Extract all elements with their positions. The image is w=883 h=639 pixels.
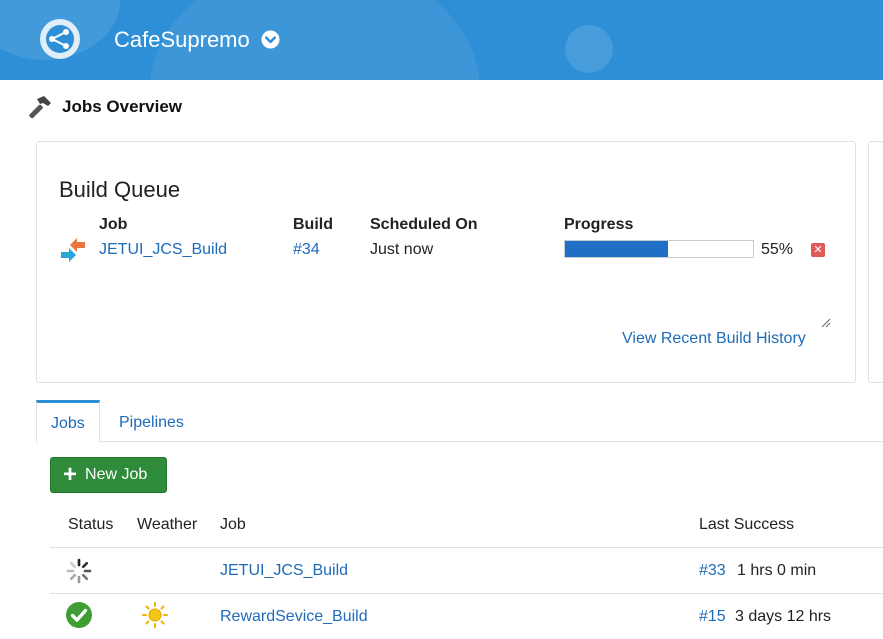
tab-bar: Jobs Pipelines: [36, 400, 883, 443]
page-title: Jobs Overview: [62, 97, 183, 116]
col-job[interactable]: Job: [220, 516, 246, 534]
project-name[interactable]: CafeSupremo: [114, 27, 250, 53]
last-success-time: 1 hrs 0 min: [737, 562, 817, 579]
queue-col-job: Job: [99, 216, 128, 233]
app-logo-icon[interactable]: [38, 17, 82, 61]
col-last-success[interactable]: Last Success: [699, 516, 794, 534]
queue-job-link[interactable]: JETUI_JCS_Build: [99, 241, 227, 259]
hammer-icon: [29, 96, 51, 119]
table-row: RewardSevice_Build #15 3 days 12 hrs: [50, 594, 883, 639]
queue-col-progress: Progress: [564, 216, 634, 233]
queue-col-scheduled: Scheduled On: [370, 216, 478, 233]
new-job-label: New Job: [85, 466, 148, 483]
build-progress-fill: [565, 241, 669, 257]
table-row: JETUI_JCS_Build #33 1 hrs 0 min: [50, 548, 883, 593]
build-queue-icon: [61, 238, 85, 262]
col-status[interactable]: Status: [68, 516, 113, 534]
job-link[interactable]: JETUI_JCS_Build: [220, 562, 348, 580]
last-success-build-link[interactable]: #33: [699, 562, 726, 580]
queue-build-link[interactable]: #34: [293, 241, 320, 259]
col-weather[interactable]: Weather: [137, 516, 197, 534]
new-job-button[interactable]: + New Job: [50, 457, 167, 493]
side-card: [868, 141, 883, 383]
last-success-build-link[interactable]: #15: [699, 608, 726, 626]
plus-icon: +: [63, 461, 78, 488]
building-spinner-icon: [66, 558, 92, 584]
last-success-time: 3 days 12 hrs: [735, 608, 832, 625]
header-decoration: [565, 25, 613, 73]
build-queue-card: Build Queue Job Build Scheduled On Progr…: [36, 141, 856, 383]
chevron-down-icon[interactable]: [261, 30, 280, 49]
build-progress-bar: [564, 240, 754, 258]
queue-col-build: Build: [293, 216, 333, 233]
view-build-history-link[interactable]: View Recent Build History: [622, 330, 806, 348]
success-check-icon: [66, 602, 92, 628]
build-progress-percent: 55%: [761, 241, 794, 258]
tab-pipelines[interactable]: Pipelines: [105, 400, 198, 442]
queue-scheduled-value: Just now: [370, 241, 434, 258]
sunny-icon: [142, 602, 168, 628]
resize-handle-icon[interactable]: [821, 318, 831, 328]
page-title-row: Jobs Overview: [24, 92, 182, 122]
tab-jobs[interactable]: Jobs: [36, 400, 100, 443]
app-header: CafeSupremo: [0, 0, 883, 80]
cancel-build-icon[interactable]: ✕: [811, 243, 825, 257]
job-link[interactable]: RewardSevice_Build: [220, 608, 368, 626]
build-queue-title: Build Queue: [59, 177, 181, 202]
